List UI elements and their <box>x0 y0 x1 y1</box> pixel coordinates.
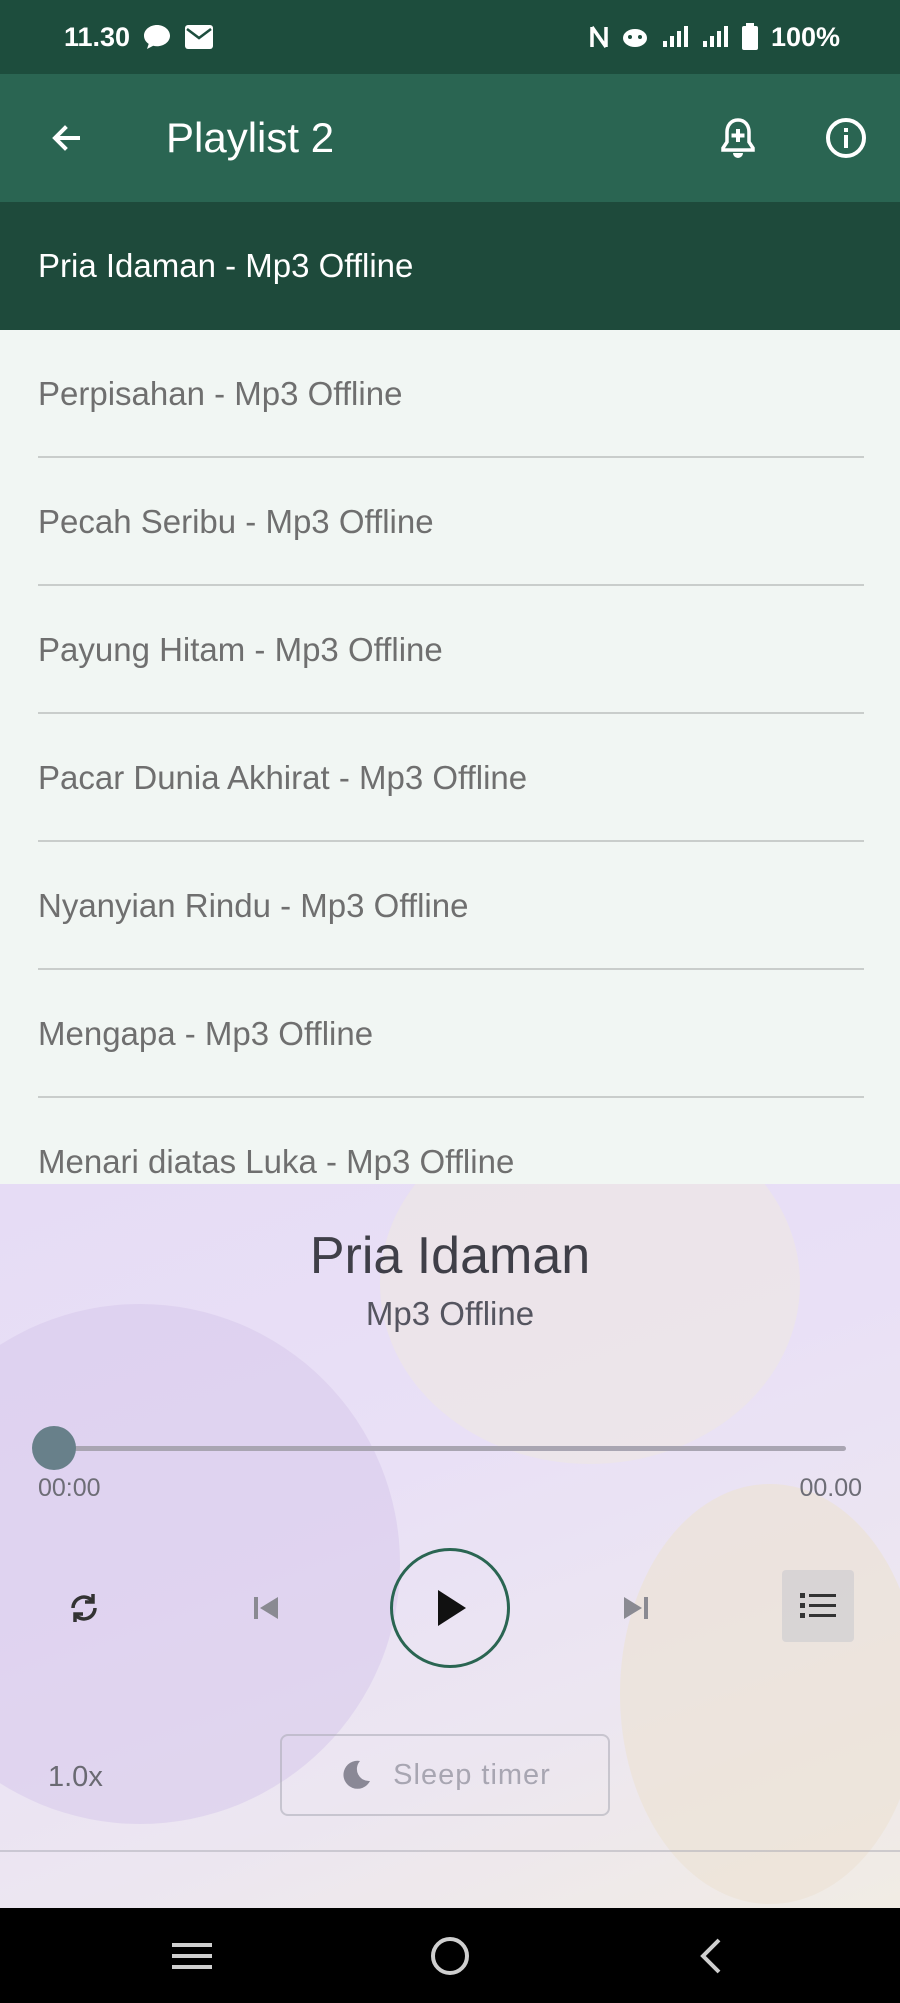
seek-bar[interactable] <box>54 1446 846 1451</box>
seek-thumb[interactable] <box>32 1426 76 1470</box>
sleep-timer-label: Sleep timer <box>393 1758 551 1791</box>
home-icon[interactable] <box>422 1930 478 1982</box>
bell-icon[interactable] <box>710 110 766 166</box>
track-title: Pria Idaman <box>309 1227 591 1285</box>
signal-icon <box>701 25 729 49</box>
list-item[interactable]: Pacar Dunia Akhirat - Mp3 Offline <box>38 714 864 842</box>
list-item[interactable]: Menari diatas Luka - Mp3 Offline <box>38 1098 864 1184</box>
current-track-row[interactable]: Pria Idaman - Mp3 Offline <box>0 202 900 330</box>
status-bar: 11.30 100% <box>0 0 900 74</box>
nfc-icon <box>589 24 609 50</box>
list-item[interactable]: Nyanyian Rindu - Mp3 Offline <box>38 842 864 970</box>
divider <box>0 1850 900 1852</box>
chat-bubble-icon <box>142 23 172 51</box>
playback-speed[interactable]: 1.0x <box>48 1761 103 1794</box>
queue-list-icon[interactable] <box>782 1570 854 1642</box>
signal-icon <box>661 25 689 49</box>
list-item[interactable]: Payung Hitam - Mp3 Offline <box>38 586 864 714</box>
system-nav-bar <box>0 1908 900 2003</box>
track-subtitle: Mp3 Offline <box>365 1295 535 1332</box>
moon-icon <box>339 1758 373 1792</box>
sleep-timer-button[interactable]: Sleep timer <box>280 1734 610 1816</box>
battery-icon <box>741 23 759 51</box>
back-icon[interactable] <box>682 1930 738 1982</box>
list-item[interactable]: Pecah Seribu - Mp3 Offline <box>38 458 864 586</box>
playlist: Perpisahan - Mp3 Offline Pecah Seribu - … <box>0 330 900 1184</box>
mobile-data-icon <box>621 25 649 49</box>
background-shape <box>620 1484 900 1904</box>
play-icon <box>430 1586 470 1630</box>
email-icon <box>184 24 214 50</box>
play-button[interactable] <box>390 1548 510 1668</box>
back-arrow-icon[interactable] <box>40 112 92 164</box>
recent-apps-icon[interactable] <box>164 1930 220 1982</box>
elapsed-time: 00:00 <box>38 1474 101 1502</box>
skip-previous-icon[interactable] <box>238 1580 294 1636</box>
info-icon[interactable] <box>818 110 874 166</box>
total-time: 00.00 <box>799 1474 862 1502</box>
skip-next-icon[interactable] <box>608 1580 664 1636</box>
player-panel: Pria Idaman Mp3 Offline 00:00 00.00 1.0x… <box>0 1184 900 1908</box>
repeat-icon[interactable] <box>56 1580 112 1636</box>
app-bar: Playlist 2 <box>0 74 900 202</box>
battery-percent: 100% <box>770 21 840 52</box>
list-item[interactable]: Perpisahan - Mp3 Offline <box>38 330 864 458</box>
status-time: 11.30 <box>64 21 131 52</box>
page-title: Playlist 2 <box>166 114 335 161</box>
list-item[interactable]: Mengapa - Mp3 Offline <box>38 970 864 1098</box>
